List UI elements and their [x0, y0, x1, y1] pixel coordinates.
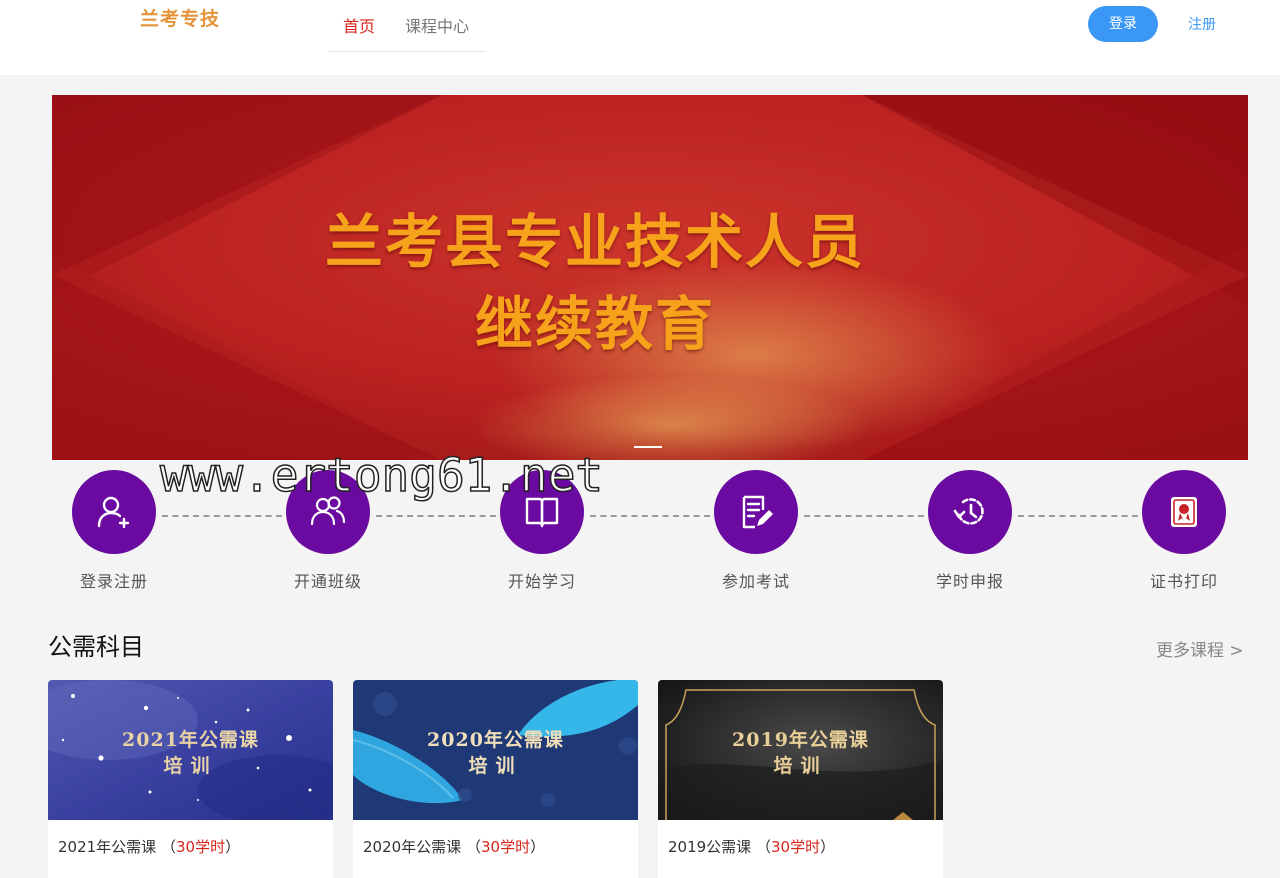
step-label: 学时申报 [935, 572, 1004, 591]
thumbnail-subtitle: 培训 [163, 755, 218, 777]
step-label: 开通班级 [293, 572, 362, 591]
paren-close: ） [530, 838, 546, 856]
step-label: 参加考试 [721, 572, 790, 591]
hero-banner[interactable]: 兰考县专业技术人员 继续教育 [52, 95, 1248, 460]
paren-close: ） [225, 838, 241, 856]
step-circle[interactable] [1142, 470, 1226, 554]
paren-open: （ [755, 838, 771, 856]
step-connector [804, 515, 924, 517]
course-name: 2021年公需课 [58, 838, 157, 856]
step-label: 开始学习 [507, 572, 576, 591]
step-connector [162, 515, 282, 517]
site-header: 兰考专技 首页 课程中心 登录 注册 [0, 0, 1280, 75]
nav-item-course-center[interactable]: 课程中心 [405, 13, 469, 37]
watermark-text: www.ertong61.net [159, 447, 604, 503]
course-hours: 30学时 [770, 838, 821, 856]
course-name: 2019公需课 [668, 838, 752, 856]
section-title: 公需科目 [48, 633, 144, 661]
thumbnail-subtitle: 培训 [773, 755, 828, 777]
course-caption[interactable]: 2019公需课 （30学时） [668, 836, 835, 857]
course-name: 2020年公需课 [363, 838, 462, 856]
step-connector [1018, 515, 1138, 517]
course-card[interactable]: 2019年公需课 培训 2019公需课 （30学时） [658, 680, 943, 878]
course-thumbnail[interactable]: 2020年公需课 培训 [353, 680, 638, 820]
step-connector [590, 515, 710, 517]
step-take-exam[interactable]: 参加考试 [714, 470, 798, 591]
step-label: 证书打印 [1149, 572, 1218, 591]
course-card[interactable]: 2020年公需课 培训 2020年公需课 （30学时） [353, 680, 638, 878]
main-nav: 首页 课程中心 [328, 0, 486, 52]
course-thumbnail[interactable]: 2021年公需课 培训 [48, 680, 333, 820]
step-circle[interactable] [928, 470, 1012, 554]
step-login-register[interactable]: 登录注册 [72, 470, 156, 591]
user-add-icon [97, 496, 130, 529]
clock-history-icon [953, 498, 984, 525]
nav-item-home[interactable]: 首页 [343, 13, 375, 37]
login-button[interactable]: 登录 [1088, 6, 1158, 42]
banner-title-line1: 兰考县专业技术人员 [324, 208, 865, 276]
step-declare-hours[interactable]: 学时申报 [928, 470, 1012, 591]
step-circle[interactable] [714, 470, 798, 554]
course-thumbnail[interactable]: 2019年公需课 培训 [658, 680, 943, 820]
course-hours: 30学时 [175, 838, 226, 856]
thumbnail-title: 2019年公需课 [732, 729, 869, 751]
paren-open: （ [465, 838, 481, 856]
banner-title-line2: 继续教育 [474, 290, 715, 358]
course-card[interactable]: 2021年公需课 培训 2021年公需课 （30学时） [48, 680, 333, 878]
exam-edit-icon [742, 495, 773, 529]
course-caption[interactable]: 2020年公需课 （30学时） [363, 836, 545, 857]
more-courses-link[interactable]: 更多课程 > [1156, 636, 1244, 661]
thumbnail-title: 2021年公需课 [122, 729, 259, 751]
course-hours: 30学时 [480, 838, 531, 856]
course-caption[interactable]: 2021年公需课 （30学时） [58, 836, 240, 857]
thumbnail-subtitle: 培训 [468, 755, 523, 777]
step-print-certificate[interactable]: 证书打印 [1142, 470, 1226, 591]
site-logo[interactable]: 兰考专技 [140, 4, 220, 31]
step-label: 登录注册 [79, 572, 148, 591]
certificate-icon [1171, 497, 1197, 527]
paren-close: ） [820, 838, 836, 856]
register-link[interactable]: 注册 [1188, 14, 1216, 34]
step-connector [376, 515, 496, 517]
carousel-indicator[interactable] [634, 446, 662, 448]
paren-open: （ [160, 838, 176, 856]
thumbnail-title: 2020年公需课 [427, 729, 564, 751]
step-circle[interactable] [72, 470, 156, 554]
